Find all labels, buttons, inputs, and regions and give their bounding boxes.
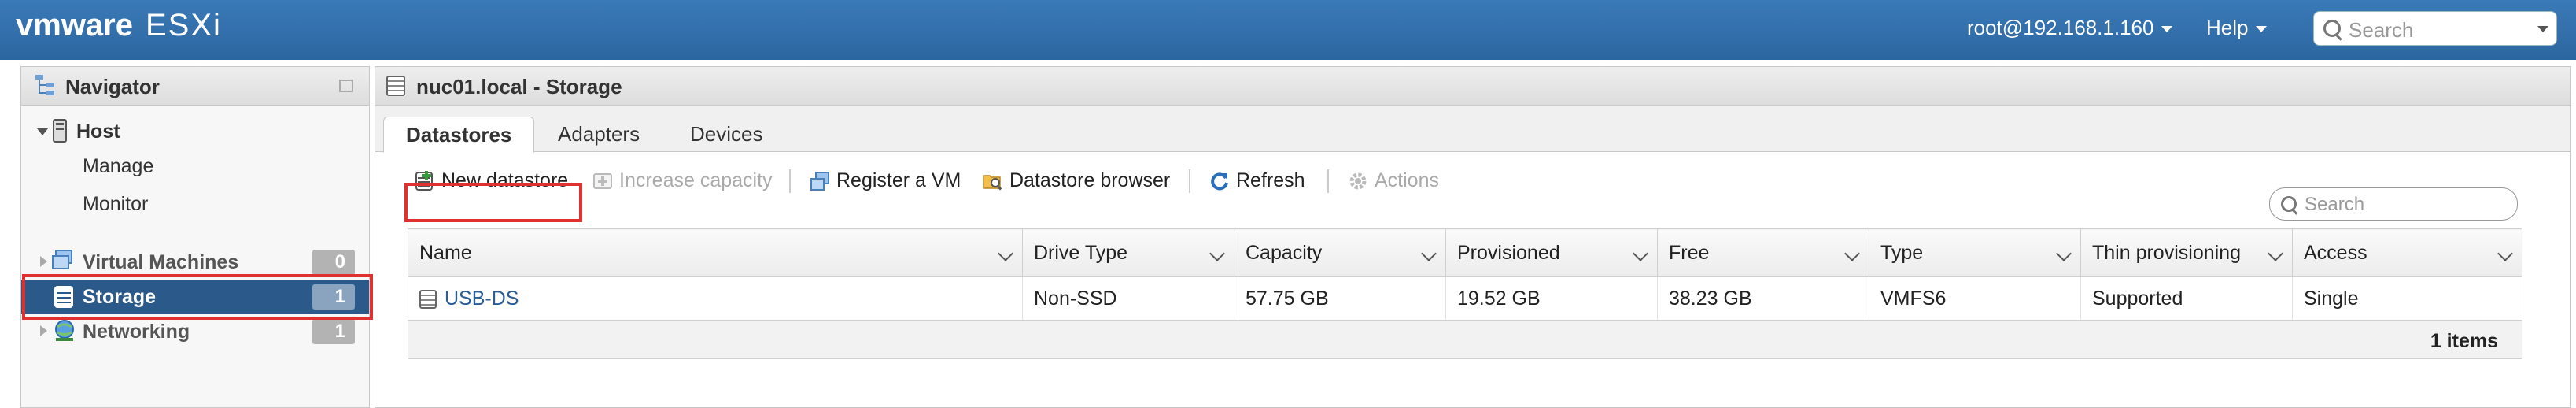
tab-adapters[interactable]: Adapters bbox=[558, 117, 640, 151]
table-footer: 1 items bbox=[408, 320, 2522, 359]
navigator-icon bbox=[35, 75, 54, 95]
help-label: Help bbox=[2206, 16, 2249, 39]
navigator-header: Navigator bbox=[21, 67, 369, 106]
virtual-machines-icon bbox=[52, 250, 72, 269]
column-header-name[interactable]: Name bbox=[408, 228, 1023, 277]
tab-bar: Datastores Adapters Devices bbox=[375, 106, 2570, 153]
table-row[interactable]: USB-DS Non-SSD 57.75 GB 19.52 GB 38.23 G… bbox=[408, 276, 2522, 321]
increase-capacity-button[interactable]: Increase capacity bbox=[592, 168, 773, 193]
refresh-label: Refresh bbox=[1236, 169, 1305, 191]
column-header-provisioned[interactable]: Provisioned bbox=[1445, 228, 1658, 277]
tree-item-host[interactable]: Host bbox=[21, 114, 369, 149]
cell-free: 38.23 GB bbox=[1657, 276, 1869, 321]
item-count: 1 items bbox=[2430, 330, 2498, 352]
cell-capacity: 57.75 GB bbox=[1234, 276, 1446, 321]
cell-drive-type: Non-SSD bbox=[1022, 276, 1234, 321]
tab-datastores[interactable]: Datastores bbox=[383, 117, 535, 153]
chevron-down-icon bbox=[2497, 246, 2513, 261]
host-icon bbox=[53, 119, 67, 143]
search-placeholder: Search bbox=[2305, 194, 2365, 215]
tree-item-monitor[interactable]: Monitor bbox=[21, 187, 369, 221]
count-badge: 1 bbox=[312, 319, 355, 344]
storage-highlight-box bbox=[22, 274, 373, 320]
column-header-drive-type[interactable]: Drive Type bbox=[1022, 228, 1234, 277]
increase-capacity-icon bbox=[593, 173, 612, 190]
column-header-free[interactable]: Free bbox=[1657, 228, 1869, 277]
tree-item-label: Host bbox=[76, 121, 120, 143]
global-search-input[interactable]: Search bbox=[2313, 11, 2557, 46]
page-title: nuc01.local - Storage bbox=[416, 75, 622, 98]
search-placeholder: Search bbox=[2349, 18, 2414, 42]
register-vm-button[interactable]: Register a VM bbox=[810, 168, 961, 193]
toolbar-divider bbox=[1189, 169, 1190, 193]
chevron-down-icon bbox=[1421, 246, 1437, 261]
cell-type: VMFS6 bbox=[1869, 276, 2081, 321]
product-name: ESXi bbox=[145, 8, 222, 43]
chevron-down-icon bbox=[2161, 26, 2173, 33]
datastore-browser-label: Datastore browser bbox=[1009, 169, 1171, 191]
count-badge: 0 bbox=[312, 250, 355, 275]
folder-search-icon bbox=[983, 175, 1002, 191]
gear-icon bbox=[1349, 172, 1367, 190]
datastore-browser-button[interactable]: Datastore browser bbox=[983, 168, 1170, 193]
user-menu[interactable]: root@192.168.1.160 bbox=[1967, 16, 2173, 40]
tree-item-label: Networking bbox=[83, 321, 190, 343]
main-header: nuc01.local - Storage bbox=[375, 67, 2570, 106]
chevron-down-icon bbox=[2268, 246, 2283, 261]
cell-provisioned: 19.52 GB bbox=[1445, 276, 1658, 321]
tree-item-label: Manage bbox=[83, 155, 154, 177]
refresh-icon bbox=[1211, 172, 1228, 191]
datastore-icon bbox=[386, 76, 405, 96]
refresh-button[interactable]: Refresh bbox=[1209, 168, 1305, 193]
toolbar: New datastore Increase capacity Register… bbox=[375, 152, 2570, 207]
expand-icon[interactable] bbox=[40, 256, 47, 267]
brand-name: vmware bbox=[16, 8, 133, 43]
column-header-type[interactable]: Type bbox=[1869, 228, 2081, 277]
table-search-input[interactable]: Search bbox=[2269, 187, 2518, 221]
datastores-table: Name Drive Type Capacity Provisioned Fre… bbox=[408, 228, 2522, 321]
toolbar-divider bbox=[1327, 169, 1329, 193]
datastore-name-link[interactable]: USB-DS bbox=[445, 287, 519, 310]
column-header-capacity[interactable]: Capacity bbox=[1234, 228, 1446, 277]
toolbar-divider bbox=[789, 169, 791, 193]
increase-capacity-label: Increase capacity bbox=[619, 169, 773, 191]
navigator-panel: Navigator Host Manage Monitor Virtual Ma… bbox=[20, 66, 370, 408]
column-header-thin-provisioning[interactable]: Thin provisioning bbox=[2080, 228, 2293, 277]
cell-access: Single bbox=[2292, 276, 2522, 321]
chevron-down-icon bbox=[1633, 246, 1648, 261]
datastore-icon bbox=[419, 289, 437, 309]
expand-icon[interactable] bbox=[40, 325, 47, 336]
chevron-down-icon bbox=[998, 246, 1013, 261]
tab-devices[interactable]: Devices bbox=[690, 117, 762, 151]
chevron-down-icon bbox=[2256, 26, 2268, 33]
navigator-title: Navigator bbox=[65, 75, 160, 98]
user-label: root@192.168.1.160 bbox=[1967, 16, 2154, 39]
expand-icon[interactable] bbox=[37, 128, 48, 135]
actions-label: Actions bbox=[1375, 169, 1439, 191]
chevron-down-icon[interactable] bbox=[2537, 26, 2548, 32]
actions-button[interactable]: Actions bbox=[1348, 168, 1439, 193]
cell-name[interactable]: USB-DS bbox=[408, 276, 1023, 321]
column-header-access[interactable]: Access bbox=[2292, 228, 2522, 277]
tree-item-label: Monitor bbox=[83, 193, 149, 215]
register-vm-label: Register a VM bbox=[836, 169, 961, 191]
networking-icon bbox=[55, 320, 74, 341]
search-icon bbox=[2281, 196, 2297, 212]
chevron-down-icon bbox=[1844, 246, 1860, 261]
collapse-icon[interactable] bbox=[339, 80, 353, 92]
chevron-down-icon bbox=[1209, 246, 1225, 261]
top-bar: vmware ESXi root@192.168.1.160 Help Searc… bbox=[0, 0, 2576, 60]
chevron-down-icon bbox=[2056, 246, 2072, 261]
vmware-logo: vmware ESXi bbox=[16, 8, 222, 43]
search-icon bbox=[2323, 20, 2341, 37]
cell-thin-provisioning: Supported bbox=[2080, 276, 2293, 321]
tree-item-label: Virtual Machines bbox=[83, 251, 239, 273]
table-header-row: Name Drive Type Capacity Provisioned Fre… bbox=[408, 228, 2522, 277]
new-datastore-highlight-box bbox=[404, 183, 582, 222]
register-vm-icon bbox=[810, 172, 829, 191]
help-menu[interactable]: Help bbox=[2206, 16, 2268, 40]
tree-item-manage[interactable]: Manage bbox=[21, 149, 369, 184]
